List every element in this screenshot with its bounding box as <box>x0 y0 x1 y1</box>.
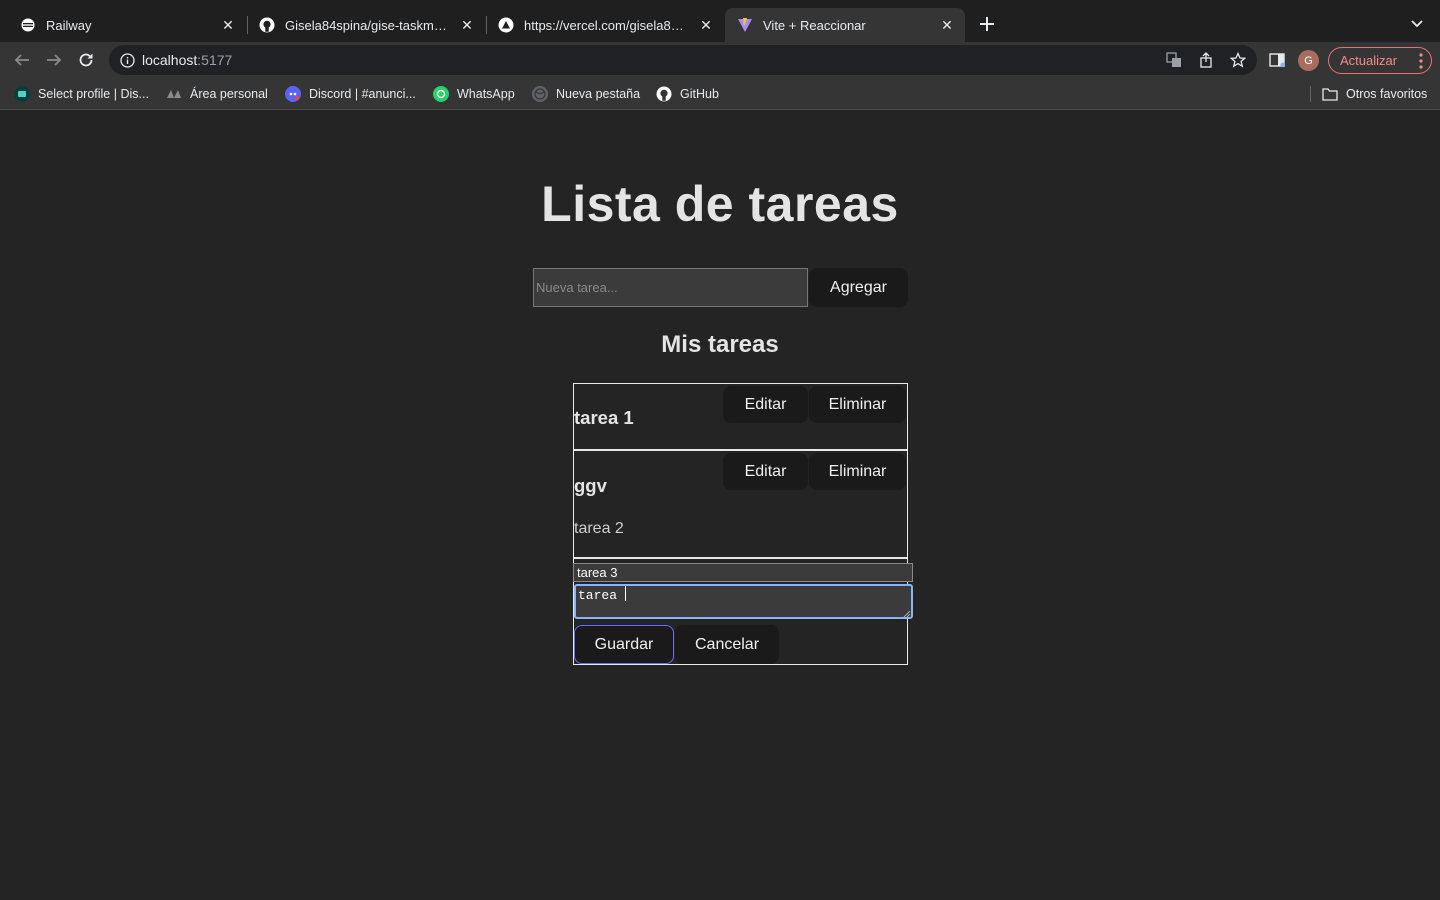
update-label: Actualizar <box>1340 53 1398 68</box>
bookmark-discord[interactable]: Discord | #anunci... <box>285 84 416 104</box>
tab-vercel[interactable]: https://vercel.com/gisela84spina ✕ <box>486 8 724 42</box>
vercel-icon <box>498 17 514 33</box>
delete-button[interactable]: Eliminar <box>809 386 906 423</box>
url-text: localhost:5177 <box>142 52 232 68</box>
tab-github[interactable]: Gisela84spina/gise-taskmaster ✕ <box>247 8 485 42</box>
discord-icon <box>285 86 301 102</box>
task-item: tarea 1 Editar Eliminar <box>573 383 908 450</box>
bookmark-whatsapp[interactable]: WhatsApp <box>433 84 515 104</box>
folder-icon <box>1322 86 1338 102</box>
browser-toolbar: localhost:5177 G Actualizar <box>0 42 1440 78</box>
save-button[interactable]: Guardar <box>574 625 674 664</box>
tab-title: Railway <box>46 17 92 33</box>
globe-icon <box>532 86 548 102</box>
github-icon <box>656 86 672 102</box>
close-icon[interactable]: ✕ <box>459 17 475 33</box>
vite-icon <box>737 17 753 33</box>
profile-avatar[interactable]: G <box>1298 50 1319 71</box>
bookmark-label: Discord | #anunci... <box>309 87 416 101</box>
tab-strip: Railway ✕ Gisela84spina/gise-taskmaster … <box>0 0 1440 42</box>
reload-icon[interactable] <box>76 50 96 70</box>
bookmark-favicon-icon <box>166 86 182 102</box>
tab-search-chevron-icon[interactable] <box>1407 14 1427 34</box>
bookmarks-bar: Select profile | Dis... Área personal Di… <box>0 78 1440 110</box>
back-arrow-icon[interactable] <box>12 50 32 70</box>
close-icon[interactable]: ✕ <box>939 17 955 33</box>
kebab-menu-icon[interactable] <box>1419 53 1423 69</box>
bookmark-label: Nueva pestaña <box>556 87 641 101</box>
task-item: ggv tarea 2 Editar Eliminar <box>573 450 908 558</box>
delete-button[interactable]: Eliminar <box>809 453 906 490</box>
tab-title: Vite + Reaccionar <box>763 17 866 33</box>
tab-title: https://vercel.com/gisela84spina <box>524 17 690 33</box>
task-title: tarea 1 <box>574 407 634 428</box>
tab-title: Gisela84spina/gise-taskmaster <box>285 17 451 33</box>
new-task-input[interactable] <box>533 268 808 307</box>
address-bar[interactable]: localhost:5177 <box>109 45 1257 75</box>
bookmark-star-icon[interactable] <box>1229 51 1247 69</box>
cancel-button[interactable]: Cancelar <box>675 625 779 664</box>
bookmark-select-profile[interactable]: Select profile | Dis... <box>14 84 149 104</box>
page-title: Lista de tareas <box>541 176 899 232</box>
bookmark-favicon-icon <box>14 86 30 102</box>
edit-button[interactable]: Editar <box>723 386 808 423</box>
task-description: tarea 2 <box>574 520 624 537</box>
text-caret <box>625 586 626 601</box>
bookmark-label: GitHub <box>680 87 719 101</box>
bookmark-label: WhatsApp <box>457 87 515 101</box>
bookmark-divider <box>1310 86 1311 102</box>
site-info-icon[interactable] <box>119 52 135 68</box>
other-bookmarks-folder[interactable]: Otros favoritos <box>1322 84 1427 104</box>
tab-vite-active[interactable]: Vite + Reaccionar ✕ <box>725 8 965 42</box>
edit-button[interactable]: Editar <box>723 453 808 490</box>
url-host: localhost <box>142 52 198 68</box>
bookmark-area-personal[interactable]: Área personal <box>166 84 268 104</box>
translate-icon[interactable] <box>1165 51 1183 69</box>
bookmark-github[interactable]: GitHub <box>656 84 719 104</box>
close-icon[interactable]: ✕ <box>698 17 714 33</box>
railway-icon <box>20 17 36 33</box>
bookmark-label: Área personal <box>190 87 268 101</box>
list-heading: Mis tareas <box>661 331 779 358</box>
task-title: ggv <box>574 475 607 496</box>
tab-railway[interactable]: Railway ✕ <box>8 8 246 42</box>
side-panel-icon[interactable] <box>1268 51 1286 69</box>
whatsapp-icon <box>433 86 449 102</box>
github-icon <box>259 17 275 33</box>
update-button[interactable]: Actualizar <box>1328 47 1432 74</box>
bookmark-label: Otros favoritos <box>1346 87 1428 101</box>
share-icon[interactable] <box>1197 51 1215 69</box>
resize-handle-icon[interactable] <box>903 610 911 618</box>
app-root: Lista de tareas Agregar Mis tareas tarea… <box>0 111 1440 900</box>
url-port: :5177 <box>197 52 233 68</box>
edit-title-input[interactable] <box>573 563 913 582</box>
close-icon[interactable]: ✕ <box>220 17 236 33</box>
new-tab-plus-icon[interactable] <box>976 13 998 35</box>
bookmark-nueva-pestana[interactable]: Nueva pestaña <box>532 84 640 104</box>
bookmark-label: Select profile | Dis... <box>38 87 149 101</box>
forward-arrow-icon[interactable] <box>44 50 64 70</box>
add-task-button[interactable]: Agregar <box>809 268 908 307</box>
